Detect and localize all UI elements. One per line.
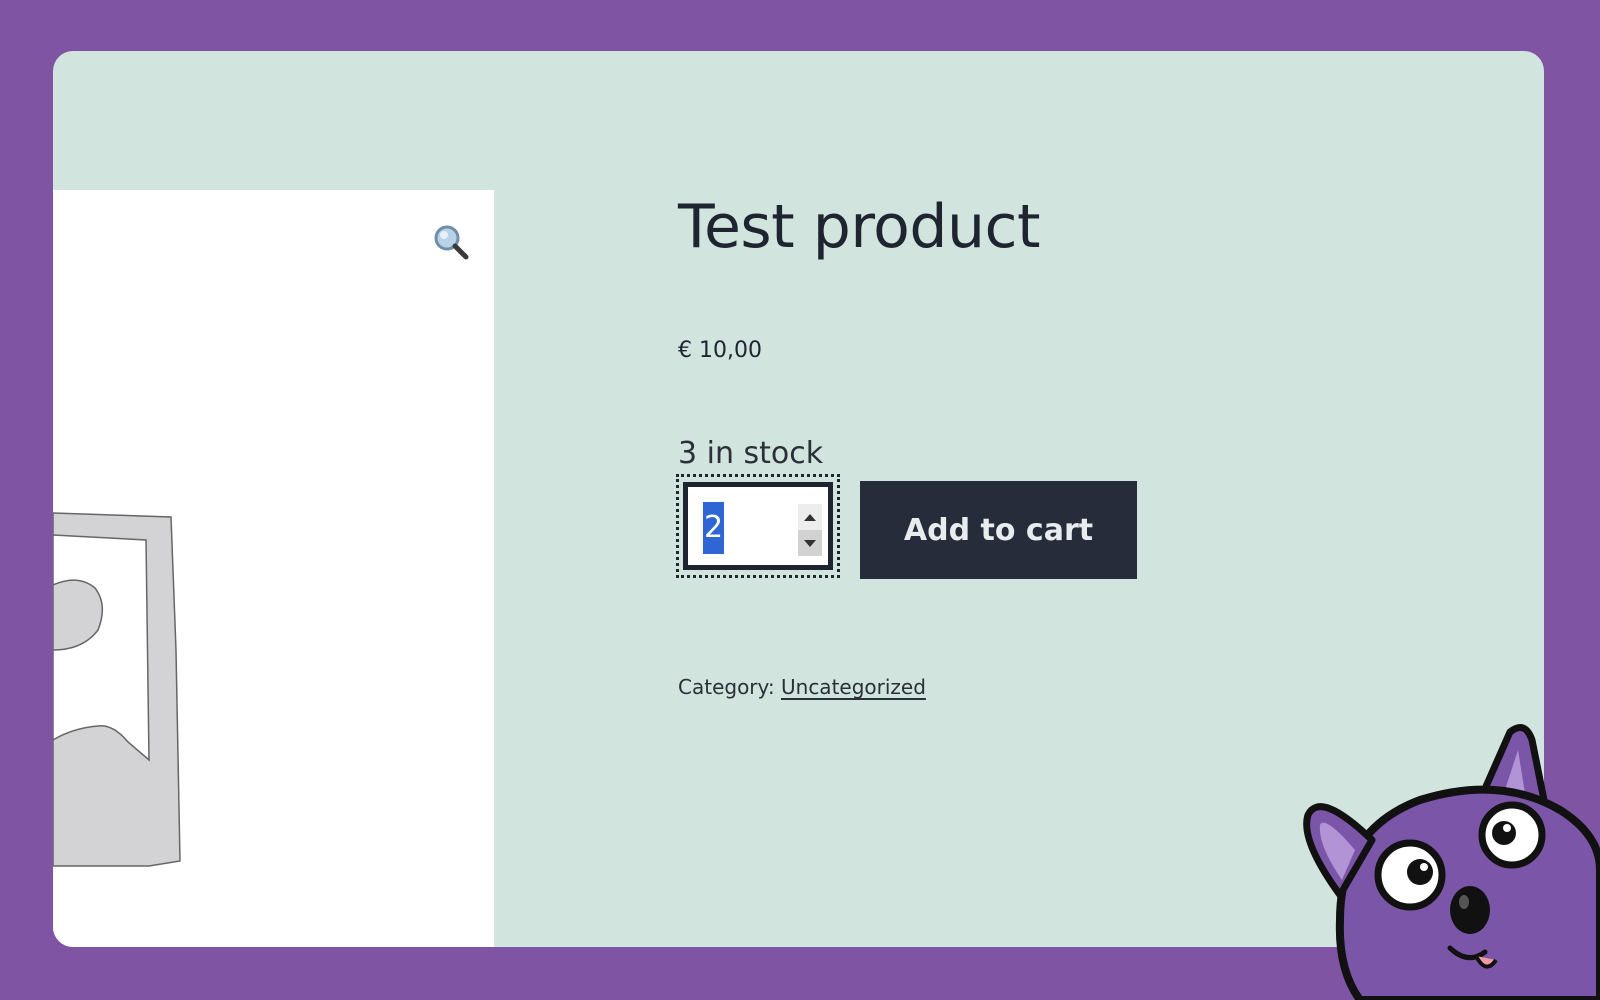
stock-status: 3 in stock (678, 436, 824, 471)
quantity-input[interactable]: 2 (703, 502, 725, 554)
product-category: Category: Uncategorized (678, 675, 926, 699)
quantity-decrement-button[interactable] (798, 530, 822, 556)
purple-cat-mascot (1303, 724, 1600, 1000)
chevron-up-icon (804, 513, 816, 521)
category-label: Category: (678, 675, 775, 699)
product-gallery[interactable] (53, 190, 494, 947)
quantity-stepper[interactable]: 2 (683, 482, 833, 570)
category-link[interactable]: Uncategorized (781, 675, 926, 699)
image-placeholder-icon (53, 512, 181, 867)
zoom-icon[interactable] (431, 222, 471, 262)
chevron-down-icon (804, 539, 816, 547)
add-to-cart-button[interactable]: Add to cart (860, 481, 1137, 579)
product-price: € 10,00 (678, 338, 762, 363)
product-title: Test product (678, 192, 1041, 262)
quantity-increment-button[interactable] (798, 504, 822, 530)
